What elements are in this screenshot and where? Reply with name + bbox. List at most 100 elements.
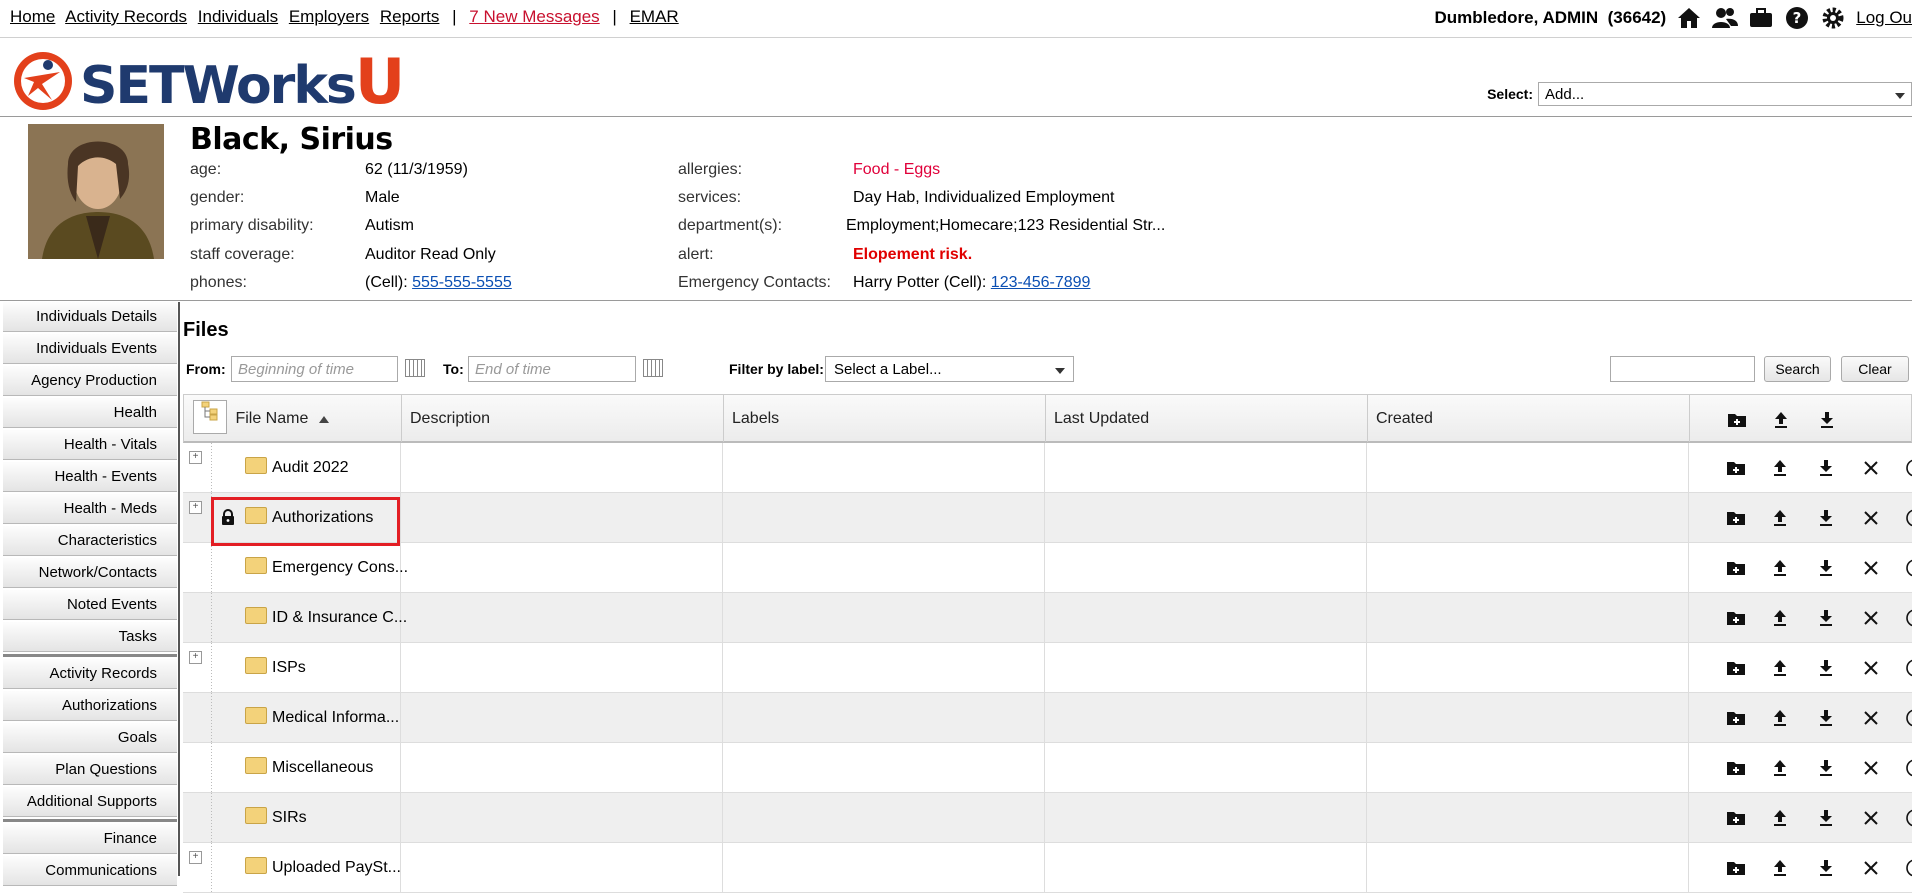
info-icon[interactable] (1897, 543, 1912, 592)
sidebar-item-goals[interactable]: Goals (3, 723, 177, 753)
nav-reports[interactable]: Reports (380, 7, 440, 26)
delete-icon[interactable] (1853, 743, 1889, 792)
new-folder-icon[interactable] (1718, 843, 1754, 892)
expand-toggle-icon[interactable]: + (189, 851, 202, 864)
setworks-logo[interactable]: SETWorksU (12, 45, 405, 118)
sidebar-item-activity-records[interactable]: Activity Records (3, 659, 177, 689)
nav-messages[interactable]: 7 New Messages (469, 7, 599, 26)
info-icon[interactable] (1897, 493, 1912, 542)
to-calendar-icon[interactable] (643, 359, 663, 377)
col-file-name[interactable]: File Name (184, 395, 402, 442)
download-icon[interactable] (1808, 443, 1844, 492)
nav-employers[interactable]: Employers (289, 7, 369, 26)
table-row[interactable]: Miscellaneous (183, 743, 1912, 793)
sidebar-item-communications[interactable]: Communications (3, 856, 177, 886)
file-name[interactable]: Medical Informa... (245, 693, 399, 742)
info-icon[interactable] (1897, 793, 1912, 842)
sidebar-item-agency-production[interactable]: Agency Production (3, 366, 177, 396)
sidebar-item-characteristics[interactable]: Characteristics (3, 526, 177, 556)
new-folder-icon[interactable] (1718, 793, 1754, 842)
table-row[interactable]: + Uploaded PaySt... (183, 843, 1912, 893)
sidebar-item-authorizations[interactable]: Authorizations (3, 691, 177, 721)
nav-home[interactable]: Home (10, 7, 55, 26)
upload-icon[interactable] (1762, 643, 1798, 692)
info-icon[interactable] (1897, 443, 1912, 492)
emergency-phone-link[interactable]: 123-456-7899 (991, 274, 1091, 291)
logout-link[interactable]: Log Ou (1856, 8, 1912, 28)
delete-icon[interactable] (1853, 843, 1889, 892)
upload-icon[interactable] (1762, 593, 1798, 642)
from-calendar-icon[interactable] (405, 359, 425, 377)
delete-icon[interactable] (1853, 643, 1889, 692)
upload-icon[interactable] (1762, 743, 1798, 792)
users-icon[interactable] (1712, 6, 1739, 30)
header-upload-icon[interactable] (1763, 395, 1799, 444)
briefcase-icon[interactable] (1748, 6, 1774, 30)
nav-individuals[interactable]: Individuals (198, 7, 278, 26)
upload-icon[interactable] (1762, 493, 1798, 542)
file-name[interactable]: Uploaded PaySt... (245, 843, 401, 892)
new-folder-icon[interactable] (1718, 443, 1754, 492)
sidebar-item-plan-questions[interactable]: Plan Questions (3, 755, 177, 785)
info-icon[interactable] (1897, 843, 1912, 892)
nav-emar[interactable]: EMAR (630, 7, 679, 26)
sidebar-item-noted-events[interactable]: Noted Events (3, 590, 177, 620)
download-icon[interactable] (1808, 543, 1844, 592)
home-icon[interactable] (1676, 6, 1702, 30)
delete-icon[interactable] (1853, 543, 1889, 592)
col-created[interactable]: Created (1368, 395, 1690, 442)
sidebar-item-network-contacts[interactable]: Network/Contacts (3, 558, 177, 588)
sidebar-item-finance[interactable]: Finance (3, 824, 177, 854)
new-folder-icon[interactable] (1718, 543, 1754, 592)
upload-icon[interactable] (1762, 843, 1798, 892)
table-row[interactable]: + ISPs (183, 643, 1912, 693)
download-icon[interactable] (1808, 643, 1844, 692)
table-row[interactable]: + Authorizations (183, 493, 1912, 543)
phone-link[interactable]: 555-555-5555 (412, 274, 512, 291)
table-row[interactable]: SIRs (183, 793, 1912, 843)
file-name[interactable]: ISPs (245, 643, 306, 692)
info-icon[interactable] (1897, 643, 1912, 692)
header-new-folder-icon[interactable] (1719, 395, 1755, 444)
file-name[interactable]: ID & Insurance C... (245, 593, 407, 642)
expand-toggle-icon[interactable]: + (189, 651, 202, 664)
upload-icon[interactable] (1762, 543, 1798, 592)
sidebar-item-additional-supports[interactable]: Additional Supports (3, 787, 177, 817)
new-folder-icon[interactable] (1718, 593, 1754, 642)
download-icon[interactable] (1808, 693, 1844, 742)
upload-icon[interactable] (1762, 693, 1798, 742)
tree-toggle-icon[interactable] (193, 399, 227, 434)
delete-icon[interactable] (1853, 493, 1889, 542)
nav-activity-records[interactable]: Activity Records (65, 7, 187, 26)
delete-icon[interactable] (1853, 443, 1889, 492)
upload-icon[interactable] (1762, 793, 1798, 842)
download-icon[interactable] (1808, 793, 1844, 842)
table-row[interactable]: Medical Informa... (183, 693, 1912, 743)
search-button[interactable]: Search (1764, 356, 1831, 382)
file-name[interactable]: Audit 2022 (245, 443, 349, 492)
delete-icon[interactable] (1853, 593, 1889, 642)
sidebar-item-health-events[interactable]: Health - Events (3, 462, 177, 492)
help-icon[interactable]: ? (1784, 6, 1810, 30)
sidebar-item-individuals-details[interactable]: Individuals Details (3, 302, 177, 332)
expand-toggle-icon[interactable]: + (189, 451, 202, 464)
sidebar-item-tasks[interactable]: Tasks (3, 622, 177, 652)
col-description[interactable]: Description (402, 395, 724, 442)
info-icon[interactable] (1897, 693, 1912, 742)
info-icon[interactable] (1897, 593, 1912, 642)
table-row[interactable]: Emergency Cons... (183, 543, 1912, 593)
file-name[interactable]: Miscellaneous (245, 743, 373, 792)
header-download-icon[interactable] (1809, 395, 1845, 444)
from-date-input[interactable]: Beginning of time (231, 356, 398, 382)
download-icon[interactable] (1808, 843, 1844, 892)
delete-icon[interactable] (1853, 793, 1889, 842)
new-folder-icon[interactable] (1718, 693, 1754, 742)
sidebar-item-health-meds[interactable]: Health - Meds (3, 494, 177, 524)
expand-toggle-icon[interactable]: + (189, 501, 202, 514)
file-name[interactable]: Emergency Cons... (245, 543, 408, 592)
file-name[interactable]: SIRs (245, 793, 307, 842)
upload-icon[interactable] (1762, 443, 1798, 492)
sidebar-item-individuals-events[interactable]: Individuals Events (3, 334, 177, 364)
download-icon[interactable] (1808, 493, 1844, 542)
col-last-updated[interactable]: Last Updated (1046, 395, 1368, 442)
